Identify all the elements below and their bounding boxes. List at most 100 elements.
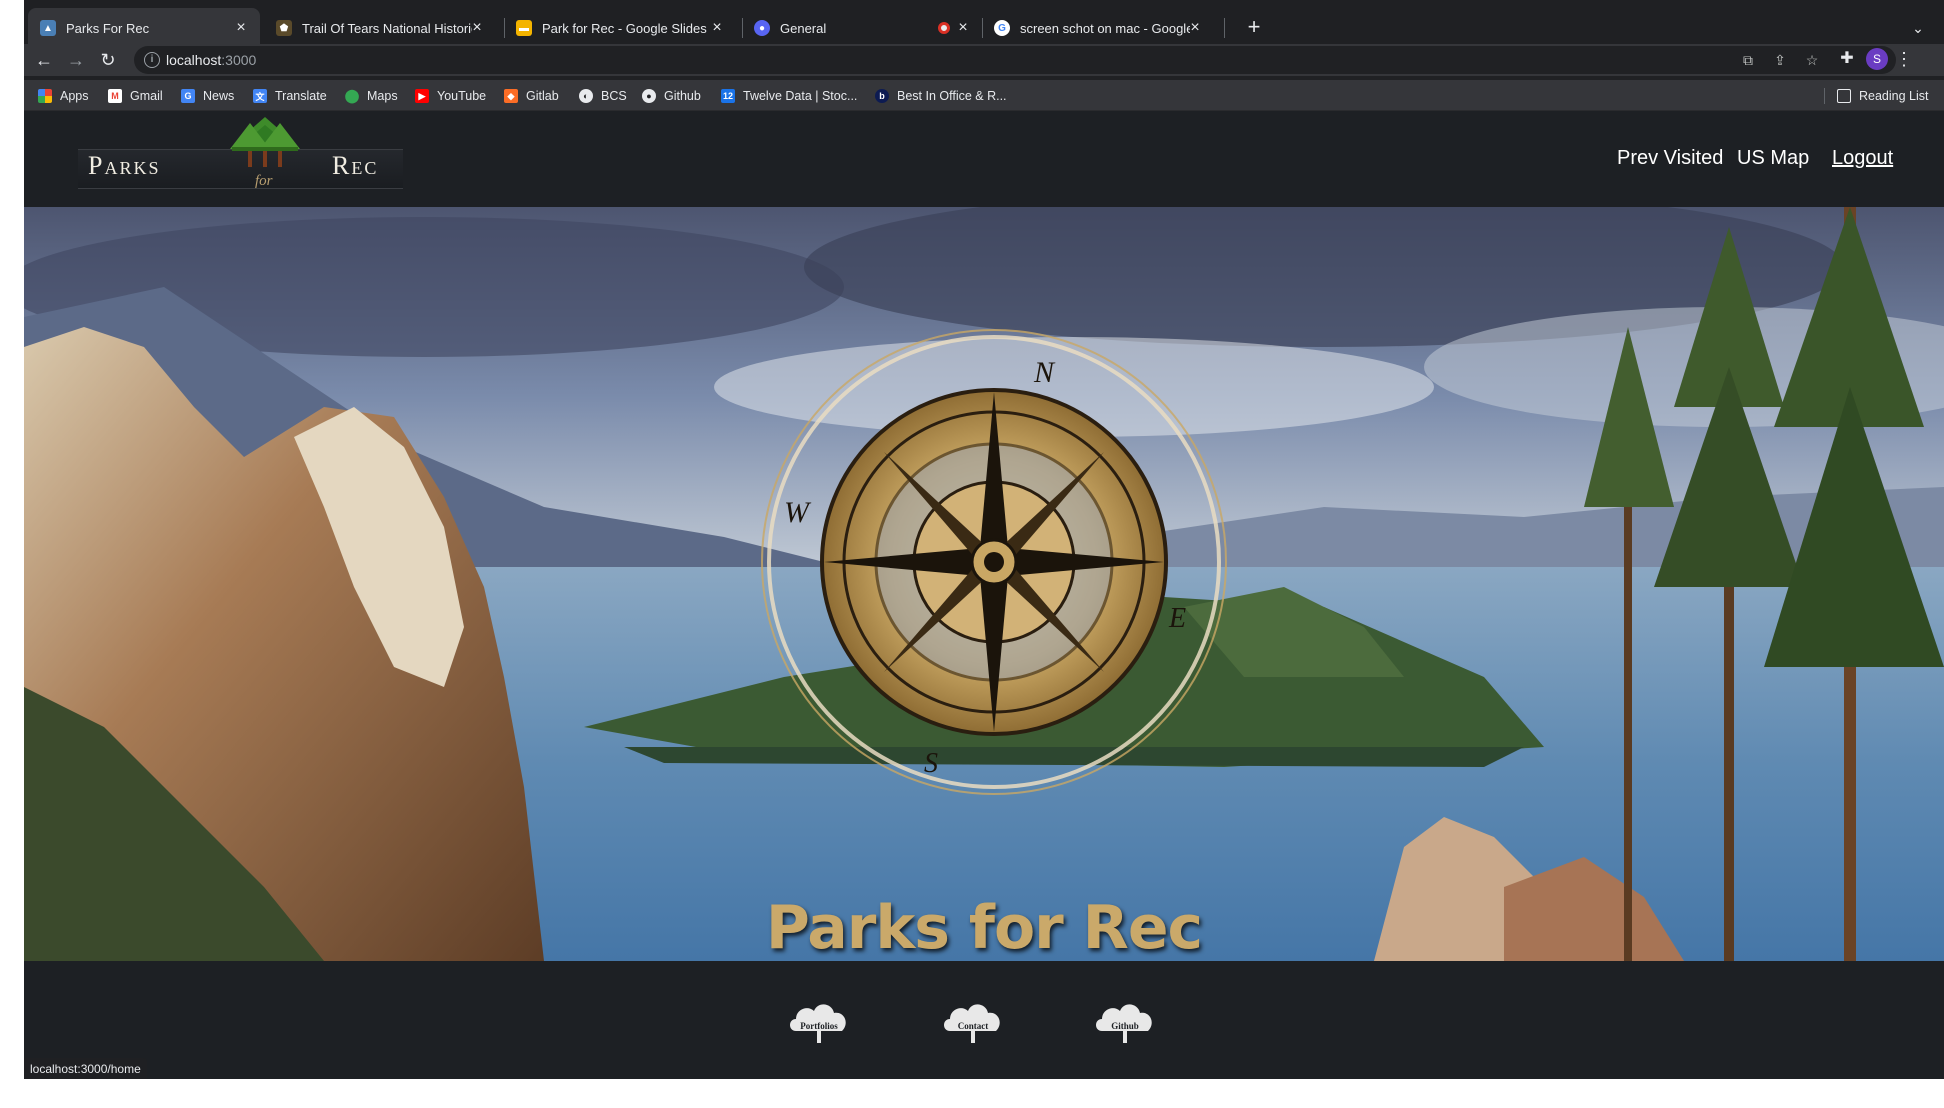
logo-word-parks: Parks xyxy=(88,151,161,180)
tab-title: Trail Of Tears National Historic xyxy=(302,20,472,36)
open-in-app-icon[interactable]: ⧉ xyxy=(1738,50,1758,70)
tab-general[interactable]: ● General × xyxy=(742,8,982,48)
tab-divider xyxy=(1224,18,1225,38)
bookmark-label: Gitlab xyxy=(526,89,559,103)
screen: ▲ Parks For Rec × ⬟ Trail Of Tears Natio… xyxy=(0,0,1944,1108)
tab-parks-for-rec[interactable]: ▲ Parks For Rec × xyxy=(28,8,260,48)
new-tab-button[interactable]: + xyxy=(1240,14,1268,42)
web-page: Parks for Rec Prev Visited US Map Logout xyxy=(24,111,1944,1079)
reading-list-label: Reading List xyxy=(1859,89,1929,103)
address-bar[interactable]: i localhost:3000 ⧉ ⇪ ☆ xyxy=(134,46,1896,74)
bookmark-news[interactable]: G News xyxy=(181,85,234,107)
bookmark-github[interactable]: ● Github xyxy=(642,85,701,107)
footer-label: Portfolios xyxy=(800,1021,838,1031)
url-text[interactable]: localhost:3000 xyxy=(166,52,256,68)
back-arrow-icon[interactable]: ← xyxy=(32,48,56,72)
bookmark-label: BCS xyxy=(601,89,627,103)
reading-list-button[interactable]: Reading List xyxy=(1837,85,1929,107)
gmail-icon: M xyxy=(108,89,122,103)
chevron-down-icon[interactable]: ⌄ xyxy=(1904,14,1932,42)
compass-north-letter: N xyxy=(1033,356,1056,389)
nav-prev-visited[interactable]: Prev Visited xyxy=(1617,147,1723,170)
bookmark-twelve-data[interactable]: 12 Twelve Data | Stoc... xyxy=(721,85,857,107)
forward-arrow-icon[interactable]: → xyxy=(64,48,88,72)
footer-link-contact[interactable]: Contact xyxy=(940,995,1006,1045)
bookmark-gmail[interactable]: M Gmail xyxy=(108,85,163,107)
bookmark-maps[interactable]: ⬤ Maps xyxy=(345,85,398,107)
url-host: localhost xyxy=(166,52,222,68)
share-icon[interactable]: ⇪ xyxy=(1770,50,1790,70)
bookmark-label: Gmail xyxy=(130,89,163,103)
reload-icon[interactable]: ↻ xyxy=(96,48,120,72)
more-menu-icon[interactable]: ⋮ xyxy=(1894,48,1914,70)
site-logo[interactable]: Parks for Rec xyxy=(70,115,420,203)
tab-trail-of-tears[interactable]: ⬟ Trail Of Tears National Historic × xyxy=(264,8,496,48)
bookmark-apps[interactable]: Apps xyxy=(38,85,89,107)
map-favicon: ▲ xyxy=(40,20,56,36)
nav-logout[interactable]: Logout xyxy=(1832,147,1893,170)
youtube-icon: ▶ xyxy=(415,89,429,103)
logo-word-rec: Rec xyxy=(332,151,379,180)
bookmark-label: Maps xyxy=(367,89,398,103)
github-icon: ● xyxy=(642,89,656,103)
bookmark-translate[interactable]: 文 Translate xyxy=(253,85,327,107)
bookmark-label: Translate xyxy=(275,89,327,103)
desktop-edge xyxy=(0,0,24,1108)
translate-icon: 文 xyxy=(253,89,267,103)
tree-cloud-icon xyxy=(944,1004,1000,1043)
url-port: :3000 xyxy=(221,52,257,68)
bookmark-label: Github xyxy=(664,89,701,103)
extensions-puzzle-icon[interactable]: ✚ xyxy=(1836,48,1858,70)
tab-title: General xyxy=(780,20,827,36)
hero-painting-image: N E S W xyxy=(24,207,1944,961)
footer-label: Github xyxy=(1111,1021,1139,1031)
footer-link-portfolios[interactable]: Portfolios xyxy=(786,995,852,1045)
bookmark-label: News xyxy=(203,89,235,103)
bookmark-label: Twelve Data | Stoc... xyxy=(743,89,858,103)
bookmark-best-in-office[interactable]: b Best In Office & R... xyxy=(875,85,1007,107)
close-icon[interactable]: × xyxy=(708,19,726,37)
tab-bar: ▲ Parks For Rec × ⬟ Trail Of Tears Natio… xyxy=(24,0,1944,48)
best-in-office-icon: b xyxy=(875,89,889,103)
maps-icon: ⬤ xyxy=(344,88,360,103)
gitlab-icon: ◆ xyxy=(504,89,518,103)
bookmarks-bar: Apps M Gmail G News 文 Translate ⬤ Maps ▶… xyxy=(24,80,1944,111)
site-navbar: Parks for Rec Prev Visited US Map Logout xyxy=(24,111,1944,207)
close-icon[interactable]: × xyxy=(232,19,250,37)
desktop-bottom xyxy=(0,1079,1944,1108)
hero-title: Parks for Rec xyxy=(765,893,1203,961)
bookmark-label: YouTube xyxy=(437,89,487,103)
profile-avatar[interactable]: S xyxy=(1866,48,1888,70)
bookmark-gitlab[interactable]: ◆ Gitlab xyxy=(504,85,559,107)
bookmark-label: Apps xyxy=(60,89,89,103)
bcs-icon: ◐ xyxy=(579,89,593,103)
footer-link-github[interactable]: Github xyxy=(1092,995,1158,1045)
tree-cloud-icon xyxy=(790,1004,846,1043)
nav-us-map[interactable]: US Map xyxy=(1737,147,1809,170)
recording-icon xyxy=(938,22,950,34)
bookmark-star-icon[interactable]: ☆ xyxy=(1802,50,1822,70)
pine-trees-icon xyxy=(230,117,300,167)
apps-grid-icon xyxy=(38,89,52,103)
bookmark-youtube[interactable]: ▶ YouTube xyxy=(415,85,486,107)
google-favicon: G xyxy=(994,20,1010,36)
tab-title: Park for Rec - Google Slides xyxy=(542,20,707,36)
bookmarks-divider xyxy=(1824,88,1825,104)
close-icon[interactable]: × xyxy=(468,19,486,37)
info-icon[interactable]: i xyxy=(144,52,160,68)
reading-list-icon xyxy=(1837,89,1851,103)
close-icon[interactable]: × xyxy=(1186,19,1204,37)
compass-south-letter: S xyxy=(924,748,938,779)
news-icon: G xyxy=(181,89,195,103)
bookmark-bcs[interactable]: ◐ BCS xyxy=(579,85,627,107)
hero-banner: N E S W Parks for Rec xyxy=(24,207,1944,961)
twelve-data-icon: 12 xyxy=(721,89,735,103)
close-icon[interactable]: × xyxy=(954,19,972,37)
compass-east-letter: E xyxy=(1168,603,1186,634)
tab-google-slides[interactable]: ▬ Park for Rec - Google Slides × xyxy=(504,8,736,48)
discord-favicon: ● xyxy=(754,20,770,36)
footer-label: Contact xyxy=(957,1021,989,1031)
site-footer: Portfolios Contact Github xyxy=(24,961,1944,1079)
tab-google-search[interactable]: G screen schot on mac - Google × xyxy=(982,8,1214,48)
compass-west-letter: W xyxy=(784,496,812,529)
